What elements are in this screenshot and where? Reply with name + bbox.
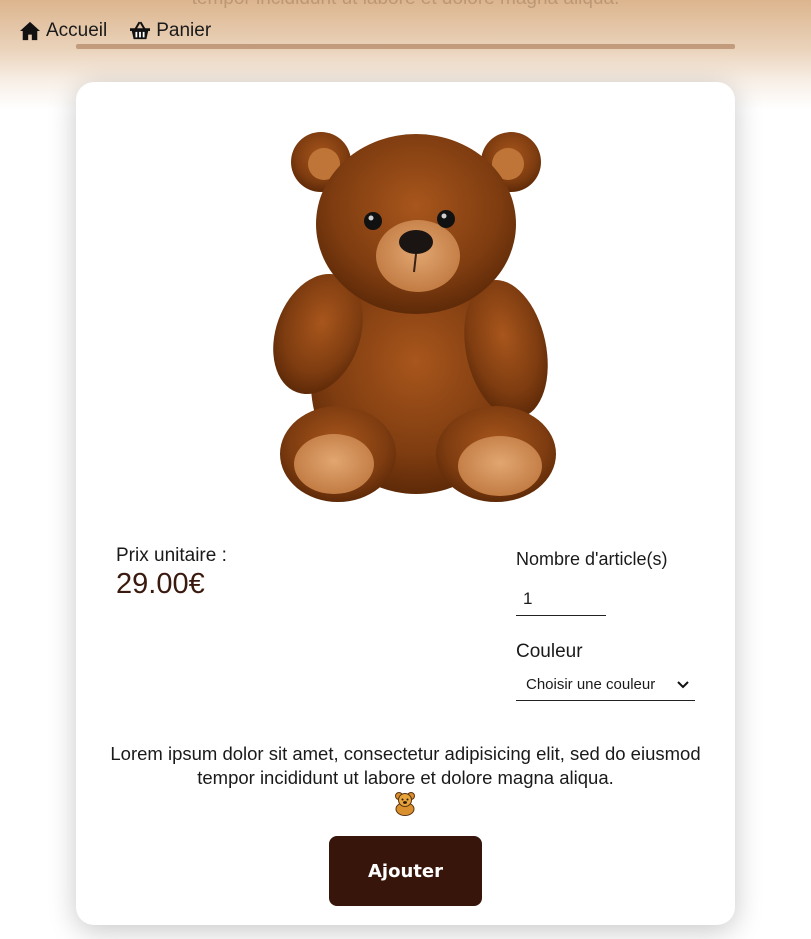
nav-home-label: Accueil <box>46 20 108 41</box>
product-card: Prix unitaire : 29.00€ Nombre d'article(… <box>76 82 735 925</box>
quantity-label: Nombre d'article(s) <box>516 549 668 569</box>
color-label: Couleur <box>516 641 583 662</box>
nav-cart-label: Panier <box>156 20 212 41</box>
teddy-bear-icon <box>395 792 415 816</box>
nav-home-link[interactable]: Accueil <box>19 20 107 42</box>
product-description: Lorem ipsum dolor sit amet, consectetur … <box>110 743 701 788</box>
price-value: 29.00€ <box>116 568 205 600</box>
quantity-input[interactable] <box>516 582 606 616</box>
add-to-cart-button[interactable]: Ajouter <box>329 836 482 906</box>
header-divider <box>76 44 735 49</box>
price-label: Prix unitaire : <box>116 545 227 566</box>
nav-cart-link[interactable]: Panier <box>129 20 211 42</box>
color-select[interactable]: Choisir une couleur <box>516 669 695 701</box>
header-ghost-text: tempor incididunt ut labore et dolore ma… <box>0 0 811 10</box>
color-select-value: Choisir une couleur <box>526 676 656 693</box>
chevron-down-icon <box>677 680 689 688</box>
top-nav: Accueil Panier <box>19 20 211 42</box>
basket-icon <box>130 21 151 40</box>
teddy-bear-image <box>273 132 556 502</box>
home-icon <box>20 21 40 41</box>
